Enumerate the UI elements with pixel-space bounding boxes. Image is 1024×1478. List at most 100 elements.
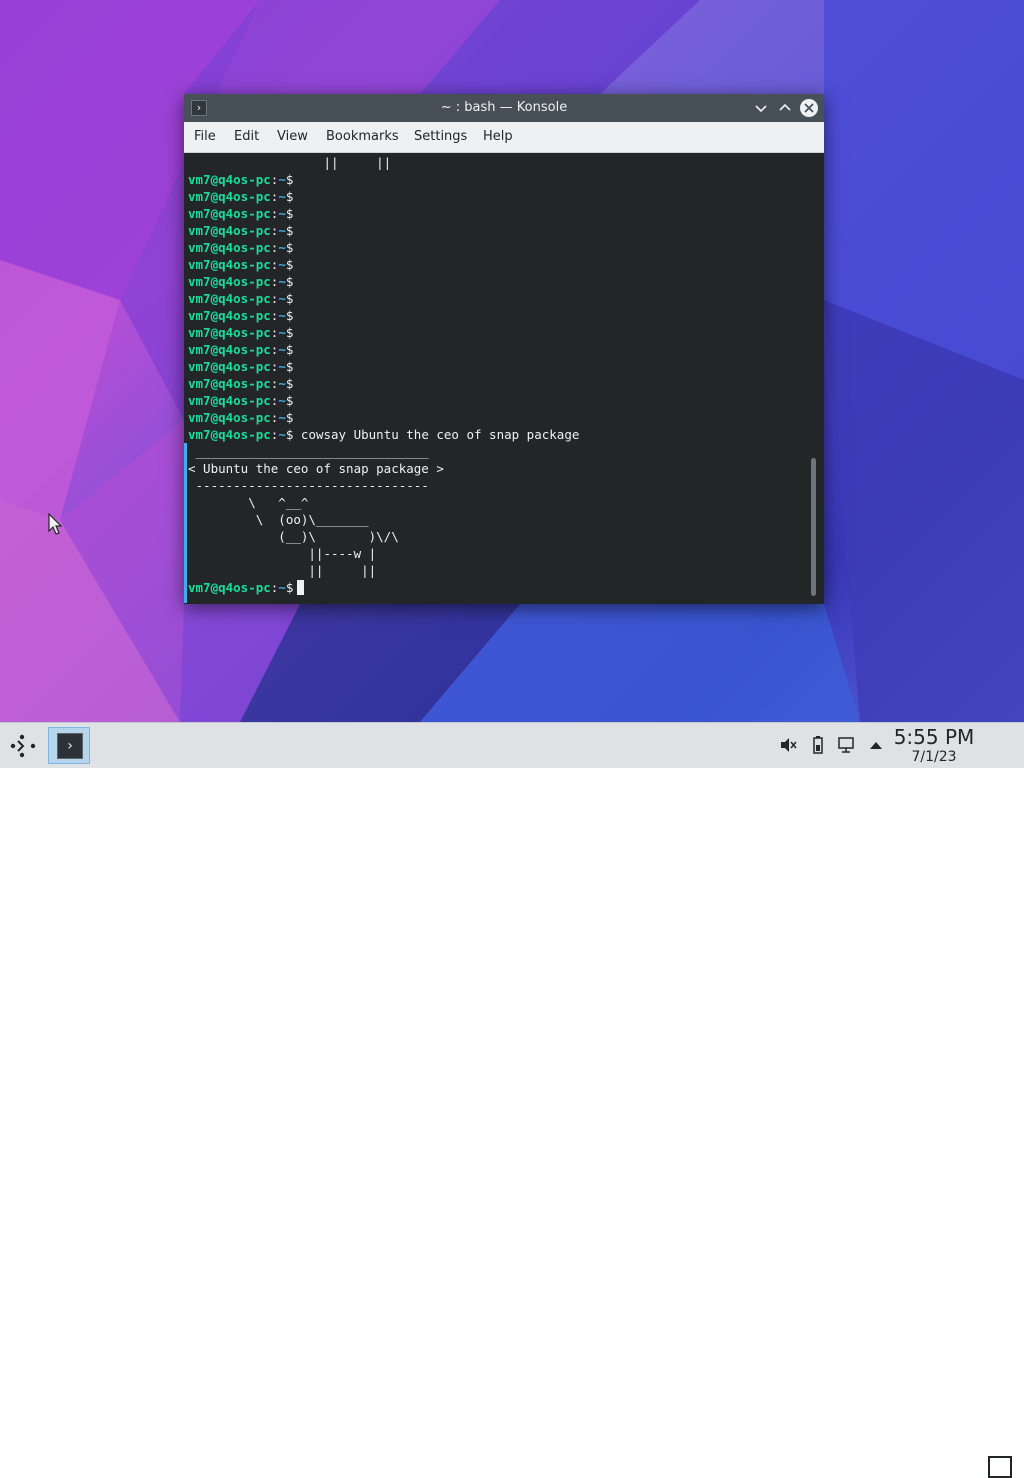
terminal-prompt-line: vm7@q4os-pc:~$ <box>188 256 293 273</box>
prompt-symbol: $ <box>285 410 294 425</box>
application-launcher-icon[interactable] <box>8 731 38 761</box>
menu-help[interactable]: Help <box>483 122 513 152</box>
terminal-prompt-line: vm7@q4os-pc:~$ <box>188 273 293 290</box>
menu-view[interactable]: View <box>277 122 308 152</box>
prompt-user: vm7@q4os-pc <box>188 172 271 187</box>
close-icon <box>804 103 814 113</box>
terminal-output-line: \ (oo)\_______ <box>188 512 369 527</box>
menu-edit[interactable]: Edit <box>234 122 259 152</box>
prompt-path: ~ <box>278 172 286 187</box>
show-desktop-icon[interactable] <box>988 1456 1012 1478</box>
window-titlebar[interactable]: › ~ : bash — Konsole <box>184 94 824 122</box>
terminal-output-line: < Ubuntu the ceo of snap package > <box>188 461 444 476</box>
prompt-symbol: $ <box>285 580 294 595</box>
konsole-icon: › <box>57 733 83 759</box>
desktop[interactable]: › ~ : bash — Konsole File Edit View Book… <box>0 0 1024 722</box>
clock-time[interactable]: 5:55 PM <box>893 724 975 750</box>
prompt-path: ~ <box>278 325 286 340</box>
terminal-focus-indicator <box>184 443 187 603</box>
prompt-symbol: $ <box>285 189 294 204</box>
prompt-path: ~ <box>278 427 286 442</box>
tray-expand-icon[interactable] <box>866 735 886 755</box>
prompt-symbol: $ <box>285 376 294 391</box>
chevron-up-icon <box>779 103 791 111</box>
menu-file[interactable]: File <box>194 122 216 152</box>
prompt-path: ~ <box>278 342 286 357</box>
taskbar-task-konsole[interactable]: › <box>48 727 90 764</box>
prompt-user: vm7@q4os-pc <box>188 291 271 306</box>
prompt-symbol: $ <box>285 172 294 187</box>
chevron-down-icon <box>755 105 767 113</box>
close-button[interactable] <box>800 99 818 117</box>
prompt-user: vm7@q4os-pc <box>188 359 271 374</box>
prompt-path: ~ <box>278 206 286 221</box>
menu-bookmarks[interactable]: Bookmarks <box>326 122 399 152</box>
prompt-symbol: $ <box>285 274 294 289</box>
terminal-output-line: (__)\ )\/\ <box>188 529 399 544</box>
terminal-scrollbar[interactable] <box>811 458 816 596</box>
prompt-symbol: $ <box>285 342 294 357</box>
prompt-path: ~ <box>278 359 286 374</box>
mouse-pointer-icon <box>48 513 63 535</box>
prompt-path: ~ <box>278 223 286 238</box>
prompt-path: ~ <box>278 376 286 391</box>
window-title: ~ : bash — Konsole <box>440 100 568 115</box>
terminal-view[interactable]: || || vm7@q4os-pc:~$ vm7@q4os-pc:~$ vm7@q4o… <box>184 153 824 604</box>
prompt-path: ~ <box>278 308 286 323</box>
konsole-window[interactable]: › ~ : bash — Konsole File Edit View Book… <box>184 94 824 604</box>
prompt-user: vm7@q4os-pc <box>188 580 271 595</box>
battery-icon[interactable] <box>808 735 828 755</box>
prompt-user: vm7@q4os-pc <box>188 274 271 289</box>
prompt-user: vm7@q4os-pc <box>188 206 271 221</box>
terminal-prompt-line: vm7@q4os-pc:~$ <box>188 171 293 188</box>
terminal-prompt-line: vm7@q4os-pc:~$ <box>188 324 293 341</box>
terminal-prompt-line: vm7@q4os-pc:~$ <box>188 341 293 358</box>
prompt-user: vm7@q4os-pc <box>188 257 271 272</box>
prompt-symbol: $ <box>285 291 294 306</box>
prompt-symbol: $ <box>285 325 294 340</box>
terminal-prompt-line: vm7@q4os-pc:~$ <box>188 205 293 222</box>
volume-muted-icon[interactable] <box>778 735 798 755</box>
terminal-command: cowsay Ubuntu the ceo of snap package <box>293 427 580 442</box>
terminal-command-line: vm7@q4os-pc:~$ cowsay Ubuntu the ceo of … <box>188 426 579 443</box>
prompt-symbol: $ <box>285 257 294 272</box>
terminal-output-line: ------------------------------- <box>188 478 429 493</box>
clock-date[interactable]: 7/1/23 <box>893 748 975 766</box>
terminal-prompt-line: vm7@q4os-pc:~$ <box>188 222 293 239</box>
prompt-path: ~ <box>278 393 286 408</box>
prompt-user: vm7@q4os-pc <box>188 393 271 408</box>
terminal-output-line: || || <box>188 563 377 578</box>
prompt-path: ~ <box>278 291 286 306</box>
terminal-output-line: ||----w | <box>188 546 377 561</box>
prompt-user: vm7@q4os-pc <box>188 342 271 357</box>
prompt-user: vm7@q4os-pc <box>188 325 271 340</box>
terminal-cursor <box>297 580 305 595</box>
terminal-output-line: \ ^__^ <box>188 495 309 510</box>
prompt-symbol: $ <box>285 308 294 323</box>
prompt-symbol: $ <box>285 393 294 408</box>
prompt-path: ~ <box>278 240 286 255</box>
prompt-symbol: $ <box>285 240 294 255</box>
prompt-user: vm7@q4os-pc <box>188 223 271 238</box>
terminal-prompt-line: vm7@q4os-pc:~$ <box>188 579 305 596</box>
menubar: File Edit View Bookmarks Settings Help <box>184 122 824 153</box>
prompt-path: ~ <box>278 580 286 595</box>
terminal-prompt-line: vm7@q4os-pc:~$ <box>188 239 293 256</box>
minimize-button[interactable] <box>752 99 770 117</box>
prompt-symbol: $ <box>285 359 294 374</box>
terminal-prompt-line: vm7@q4os-pc:~$ <box>188 375 293 392</box>
terminal-output-line: || || <box>188 155 392 170</box>
prompt-user: vm7@q4os-pc <box>188 189 271 204</box>
prompt-path: ~ <box>278 257 286 272</box>
prompt-path: ~ <box>278 274 286 289</box>
terminal-prompt-line: vm7@q4os-pc:~$ <box>188 409 293 426</box>
maximize-button[interactable] <box>776 99 794 117</box>
terminal-output-line: _______________________________ <box>188 444 429 459</box>
terminal-prompt-line: vm7@q4os-pc:~$ <box>188 290 293 307</box>
network-icon[interactable] <box>836 735 856 755</box>
terminal-prompt-line: vm7@q4os-pc:~$ <box>188 392 293 409</box>
prompt-symbol: $ <box>285 206 294 221</box>
menu-settings[interactable]: Settings <box>414 122 467 152</box>
taskbar: › <box>0 722 1024 1478</box>
prompt-user: vm7@q4os-pc <box>188 427 271 442</box>
